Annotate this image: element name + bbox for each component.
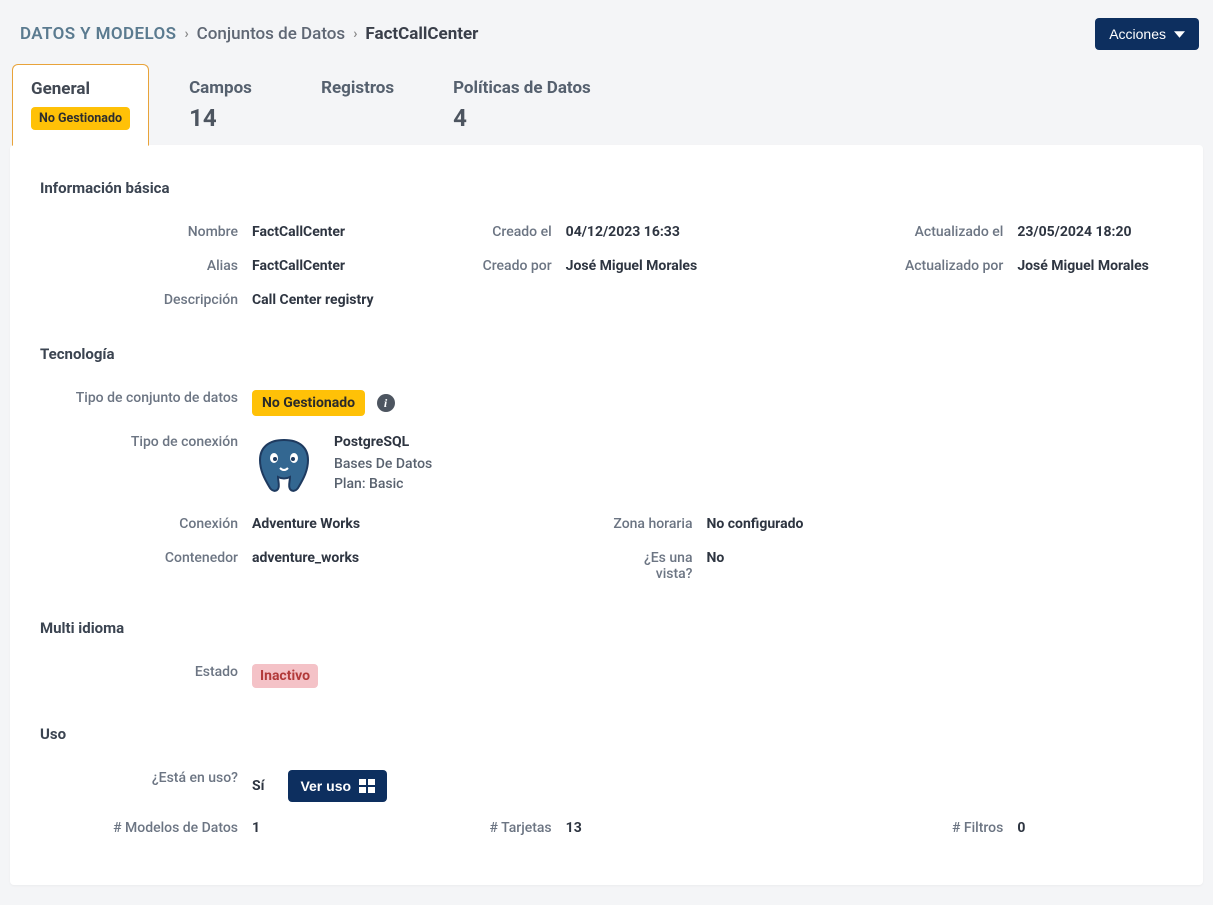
name-value: FactCallCenter bbox=[252, 224, 345, 240]
tabs: General No Gestionado Campos 14 Registro… bbox=[10, 64, 1203, 146]
desc-value: Call Center registry bbox=[252, 292, 374, 308]
grid-icon bbox=[359, 779, 375, 793]
tab-general-badge: No Gestionado bbox=[31, 107, 130, 130]
cards-value: 13 bbox=[566, 820, 582, 836]
models-label: # Modelos de Datos bbox=[40, 820, 252, 836]
createdby-label: Creado por bbox=[418, 258, 566, 274]
isview-label: ¿Es una vista? bbox=[607, 550, 707, 582]
conn-label: Conexión bbox=[40, 516, 252, 532]
state-label: Estado bbox=[40, 664, 252, 680]
tz-label: Zona horaria bbox=[607, 516, 707, 532]
updatedby-label: Actualizado por bbox=[795, 258, 1017, 274]
container-label: Contenedor bbox=[40, 550, 252, 566]
alias-value: FactCallCenter bbox=[252, 258, 345, 274]
breadcrumb-root[interactable]: DATOS Y MODELOS bbox=[20, 24, 176, 44]
name-label: Nombre bbox=[40, 224, 252, 240]
created-label: Creado el bbox=[418, 224, 566, 240]
breadcrumb-parent[interactable]: Conjuntos de Datos bbox=[197, 24, 346, 44]
models-value: 1 bbox=[252, 820, 260, 836]
tz-value: No configurado bbox=[707, 516, 804, 532]
tab-general[interactable]: General No Gestionado bbox=[12, 64, 149, 146]
section-multilang-title: Multi idioma bbox=[40, 619, 1173, 637]
tab-policies-count: 4 bbox=[453, 104, 591, 132]
ctype-category: Bases De Datos bbox=[334, 456, 432, 472]
updated-value: 23/05/2024 18:20 bbox=[1017, 224, 1131, 240]
createdby-value: José Miguel Morales bbox=[566, 258, 698, 274]
tab-records-label: Registros bbox=[321, 78, 395, 98]
section-usage: Uso ¿Está en uso? Sí Ver uso bbox=[40, 725, 1173, 845]
ctype-name: PostgreSQL bbox=[334, 434, 432, 450]
created-value: 04/12/2023 16:33 bbox=[566, 224, 680, 240]
filters-label: # Filtros bbox=[795, 820, 1017, 836]
dstype-badge: No Gestionado bbox=[252, 390, 365, 416]
container-value: adventure_works bbox=[252, 550, 359, 566]
section-multilang: Multi idioma Estado Inactivo bbox=[40, 619, 1173, 697]
tab-fields-count: 14 bbox=[189, 104, 263, 132]
content-card: Información básica Nombre FactCallCenter… bbox=[10, 145, 1203, 885]
cards-label: # Tarjetas bbox=[418, 820, 566, 836]
updatedby-value: José Miguel Morales bbox=[1017, 258, 1149, 274]
section-tech-title: Tecnología bbox=[40, 345, 1173, 363]
section-basic-title: Información básica bbox=[40, 179, 1173, 197]
desc-label: Descripción bbox=[40, 292, 252, 308]
tab-policies[interactable]: Políticas de Datos 4 bbox=[435, 64, 609, 146]
actions-button-label: Acciones bbox=[1109, 26, 1166, 42]
updated-label: Actualizado el bbox=[795, 224, 1017, 240]
alias-label: Alias bbox=[40, 258, 252, 274]
section-tech: Tecnología Tipo de conjunto de datos No … bbox=[40, 345, 1173, 591]
breadcrumb: DATOS Y MODELOS › Conjuntos de Datos › F… bbox=[20, 24, 478, 44]
filters-value: 0 bbox=[1017, 820, 1025, 836]
ctype-plan: Plan: Basic bbox=[334, 476, 432, 492]
tab-fields-label: Campos bbox=[189, 78, 263, 98]
section-basic: Información básica Nombre FactCallCenter… bbox=[40, 179, 1173, 317]
dstype-label: Tipo de conjunto de datos bbox=[40, 390, 252, 406]
chevron-right-icon: › bbox=[184, 26, 188, 42]
section-usage-title: Uso bbox=[40, 725, 1173, 743]
ctype-label: Tipo de conexión bbox=[40, 434, 252, 450]
breadcrumb-current: FactCallCenter bbox=[365, 24, 478, 44]
postgresql-icon bbox=[252, 434, 316, 498]
info-icon[interactable]: i bbox=[377, 394, 395, 412]
chevron-right-icon: › bbox=[353, 26, 357, 42]
actions-button[interactable]: Acciones bbox=[1095, 18, 1199, 50]
chevron-down-icon bbox=[1174, 29, 1185, 40]
tab-records[interactable]: Registros bbox=[303, 64, 413, 146]
conn-value: Adventure Works bbox=[252, 516, 360, 532]
isview-value: No bbox=[707, 550, 725, 566]
tab-fields[interactable]: Campos 14 bbox=[171, 64, 281, 146]
inuse-label: ¿Está en uso? bbox=[40, 770, 252, 786]
tab-general-label: General bbox=[31, 79, 130, 99]
view-usage-button[interactable]: Ver uso bbox=[288, 770, 387, 802]
tab-policies-label: Políticas de Datos bbox=[453, 78, 591, 98]
view-usage-button-label: Ver uso bbox=[300, 778, 351, 794]
inuse-value: Sí bbox=[252, 778, 264, 794]
state-badge: Inactivo bbox=[252, 664, 318, 688]
